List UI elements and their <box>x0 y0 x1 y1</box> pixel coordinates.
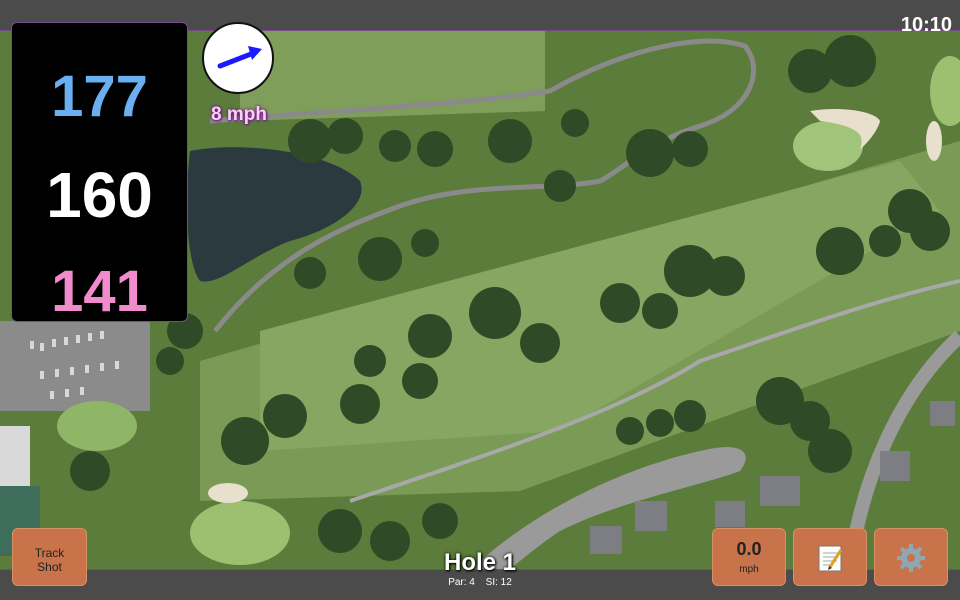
track-shot-button[interactable]: Track Shot <box>12 528 87 586</box>
track-shot-label-line2: Shot <box>37 560 62 574</box>
speed-value: 0.0 <box>736 539 762 559</box>
notepad-icon <box>818 545 843 572</box>
notes-button[interactable] <box>793 528 867 586</box>
clock: 10:10 <box>900 14 952 36</box>
wind-indicator <box>202 22 274 94</box>
middle-distance: 160 <box>46 159 153 231</box>
gear-icon <box>897 544 925 572</box>
hole-stroke-index: SI: 12 <box>485 577 512 588</box>
hole-par: Par: 4 <box>448 577 475 588</box>
wind-speed-label: 8 mph <box>211 104 267 125</box>
track-shot-label-line1: Track <box>34 546 65 560</box>
front-distance: 141 <box>51 259 148 324</box>
distance-panel: 177 160 141 <box>11 22 188 324</box>
settings-button[interactable] <box>874 528 948 586</box>
hole-info: Par: 4 SI: 12 <box>380 577 580 588</box>
speed-unit: mph <box>739 564 759 575</box>
hole-title: Hole 1 <box>443 549 517 576</box>
wind-direction-arrow-icon <box>217 46 262 69</box>
speed-button[interactable]: 0.0 mph <box>712 528 786 586</box>
back-distance: 177 <box>51 64 148 129</box>
